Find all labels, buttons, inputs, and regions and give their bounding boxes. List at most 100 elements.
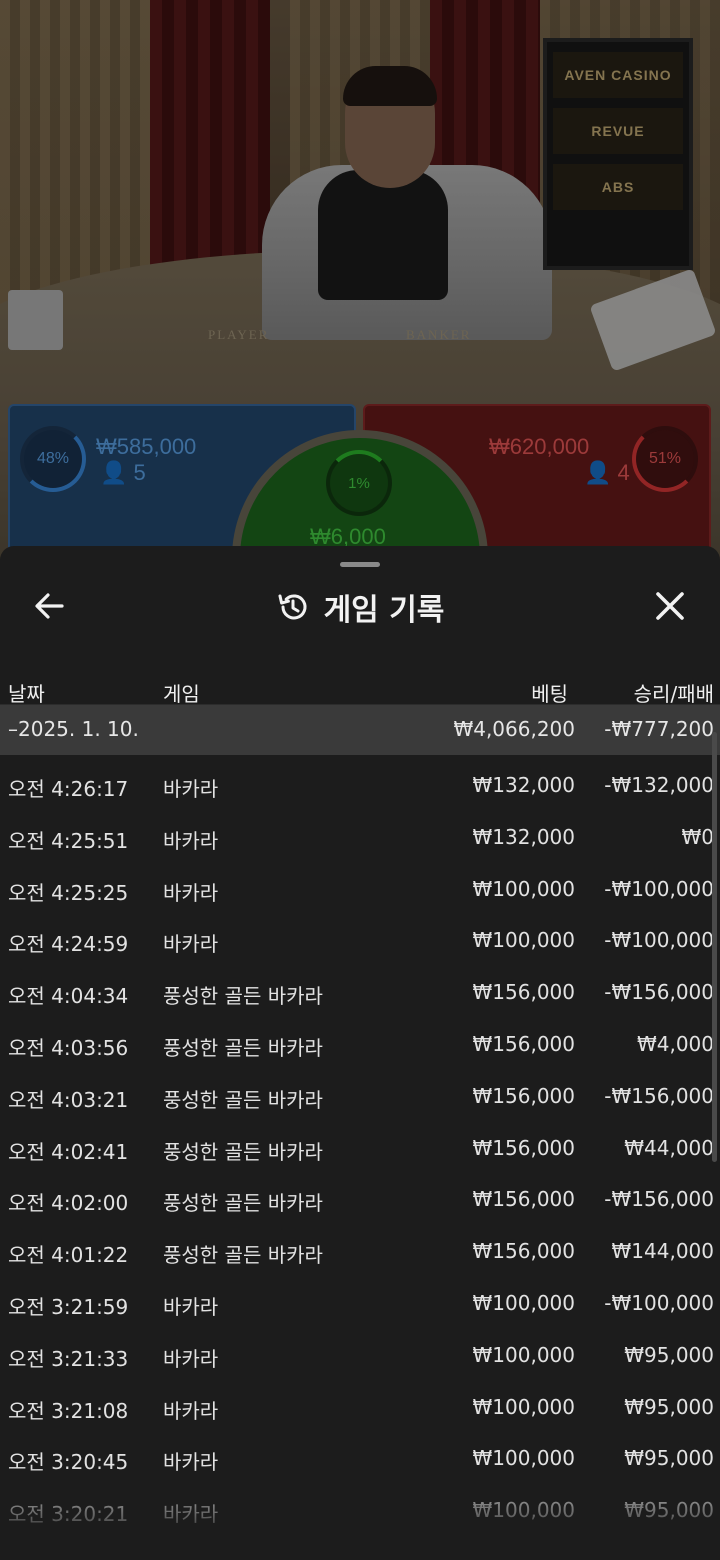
row-result: -₩156,000 <box>604 1083 714 1108</box>
row-time: 오전 4:25:25 <box>8 880 129 905</box>
close-icon <box>656 592 684 620</box>
row-time: 오전 4:26:17 <box>8 777 129 801</box>
row-time: 오전 4:04:34 <box>8 984 129 1009</box>
day-summary-row[interactable]: –2025. 1. 10. ₩4,066,200 -₩777,200 <box>0 705 720 755</box>
row-result: ₩0 <box>681 824 715 849</box>
row-bet: ₩100,000 <box>472 1342 575 1367</box>
card-shoe <box>8 290 63 350</box>
row-game: 바카라 <box>163 1398 219 1423</box>
banker-bettor-count-value: 4 <box>617 460 630 485</box>
day-label: –2025. 1. 10. <box>8 717 139 741</box>
row-bet: ₩156,000 <box>472 1187 575 1212</box>
history-row[interactable]: 오전 4:25:51 바카라 ₩132,000 ₩0 <box>0 811 720 863</box>
row-result: -₩100,000 <box>604 876 714 901</box>
history-row[interactable]: 오전 4:02:00 풍성한 골든 바카라 ₩156,000 -₩156,000 <box>0 1173 720 1225</box>
row-game: 바카라 <box>163 880 219 905</box>
history-row[interactable]: 오전 4:04:34 풍성한 골든 바카라 ₩156,000 -₩156,000 <box>0 966 720 1018</box>
sheet-title: 게임 기록 <box>323 593 445 628</box>
row-time: 오전 4:02:00 <box>8 1191 129 1216</box>
history-row[interactable]: 오전 4:03:56 풍성한 골든 바카라 ₩156,000 ₩4,000 <box>0 1018 720 1070</box>
row-time: 오전 3:21:08 <box>8 1398 129 1423</box>
dealer-hair <box>343 66 437 106</box>
row-game: 풍성한 골든 바카라 <box>163 984 323 1009</box>
column-game[interactable]: 게임 <box>163 678 200 707</box>
row-time: 오전 4:25:51 <box>8 828 129 853</box>
row-result: ₩95,000 <box>624 1394 714 1419</box>
table-header: 날짜 게임 베팅 승리/패배 <box>0 678 720 706</box>
close-button[interactable] <box>648 584 692 628</box>
history-row[interactable]: 오전 4:03:21 풍성한 골든 바카라 ₩156,000 -₩156,000 <box>0 1070 720 1122</box>
row-time: 오전 4:03:21 <box>8 1087 129 1112</box>
row-time: 오전 3:21:59 <box>8 1294 129 1319</box>
row-bet: ₩100,000 <box>472 1290 575 1315</box>
row-bet: ₩100,000 <box>472 1498 575 1523</box>
banker-percent-ring: 51% <box>632 426 698 492</box>
row-game: 바카라 <box>163 1502 219 1527</box>
history-row[interactable]: 오전 3:21:08 바카라 ₩100,000 ₩95,000 <box>0 1381 720 1433</box>
row-bet: ₩100,000 <box>472 1446 575 1471</box>
sheet-header: 게임 기록 <box>0 582 720 632</box>
history-row[interactable]: 오전 4:02:41 풍성한 골든 바카라 ₩156,000 ₩44,000 <box>0 1122 720 1174</box>
banker-bet-amount: ₩620,000 <box>489 434 590 459</box>
history-row[interactable]: 오전 4:26:17 바카라 ₩132,000 -₩132,000 <box>0 759 720 811</box>
row-result: ₩95,000 <box>624 1342 714 1367</box>
player-bet-amount: ₩585,000 <box>96 434 197 459</box>
row-time: 오전 4:02:41 <box>8 1139 129 1164</box>
row-result: -₩100,000 <box>604 928 714 953</box>
row-result: ₩95,000 <box>624 1498 714 1523</box>
row-result: -₩156,000 <box>604 980 714 1005</box>
row-result: ₩95,000 <box>624 1446 714 1471</box>
column-bet[interactable]: 베팅 <box>531 678 568 707</box>
table-label-banker: BANKER <box>406 327 472 342</box>
column-result[interactable]: 승리/패배 <box>634 678 714 707</box>
row-game: 풍성한 골든 바카라 <box>163 1139 323 1164</box>
row-game: 바카라 <box>163 1294 219 1319</box>
scrollbar[interactable] <box>712 732 717 1162</box>
column-date[interactable]: 날짜 <box>8 678 45 707</box>
history-icon <box>278 594 306 620</box>
row-bet: ₩132,000 <box>472 824 575 849</box>
row-bet: ₩100,000 <box>472 876 575 901</box>
player-bettor-count-value: 5 <box>133 460 146 485</box>
sponsor-logo: ABS <box>553 164 683 210</box>
row-bet: ₩156,000 <box>472 1083 575 1108</box>
history-row[interactable]: 오전 3:20:45 바카라 ₩100,000 ₩95,000 <box>0 1432 720 1484</box>
drag-handle[interactable] <box>340 562 380 567</box>
history-row[interactable]: 오전 4:24:59 바카라 ₩100,000 -₩100,000 <box>0 914 720 966</box>
row-bet: ₩156,000 <box>472 1135 575 1160</box>
row-result: -₩100,000 <box>604 1290 714 1315</box>
row-time: 오전 4:03:56 <box>8 1035 129 1060</box>
row-bet: ₩100,000 <box>472 1394 575 1419</box>
player-bettor-count: 👤 5 <box>100 460 146 486</box>
row-time: 오전 4:24:59 <box>8 932 129 957</box>
banker-bettor-count: 👤 4 <box>584 460 630 486</box>
history-list: 오전 4:26:17 바카라 ₩132,000 -₩132,000 오전 4:25:51… <box>0 759 720 1536</box>
row-game: 바카라 <box>163 1450 219 1475</box>
row-time: 오전 4:01:22 <box>8 1243 129 1268</box>
dealer-vest <box>318 170 448 300</box>
user-icon: 👤 <box>584 460 612 485</box>
history-row[interactable]: 오전 3:20:21 바카라 ₩100,000 ₩95,000 <box>0 1484 720 1536</box>
row-result: ₩4,000 <box>636 1031 714 1056</box>
row-time: 오전 3:20:45 <box>8 1450 129 1475</box>
row-game: 바카라 <box>163 777 219 801</box>
row-game: 바카라 <box>163 828 219 853</box>
history-row[interactable]: 오전 4:01:22 풍성한 골든 바카라 ₩156,000 ₩144,000 <box>0 1225 720 1277</box>
day-total-bet: ₩4,066,200 <box>453 717 575 741</box>
row-bet: ₩156,000 <box>472 1239 575 1264</box>
row-result: -₩156,000 <box>604 1187 714 1212</box>
tie-percent-ring: 1% <box>326 450 392 516</box>
history-row[interactable]: 오전 3:21:33 바카라 ₩100,000 ₩95,000 <box>0 1329 720 1381</box>
user-icon: 👤 <box>100 460 128 485</box>
row-game: 풍성한 골든 바카라 <box>163 1087 323 1112</box>
day-total-result: -₩777,200 <box>604 717 714 741</box>
sponsor-screen: AVEN CASINO REVUE ABS <box>543 38 693 270</box>
row-bet: ₩132,000 <box>472 773 575 797</box>
history-row[interactable]: 오전 4:25:25 바카라 ₩100,000 -₩100,000 <box>0 863 720 915</box>
history-row[interactable]: 오전 3:21:59 바카라 ₩100,000 -₩100,000 <box>0 1277 720 1329</box>
row-game: 풍성한 골든 바카라 <box>163 1243 323 1268</box>
player-percent-ring: 48% <box>20 426 86 492</box>
sponsor-logo: AVEN CASINO <box>553 52 683 98</box>
row-game: 바카라 <box>163 932 219 957</box>
row-result: ₩44,000 <box>624 1135 714 1160</box>
